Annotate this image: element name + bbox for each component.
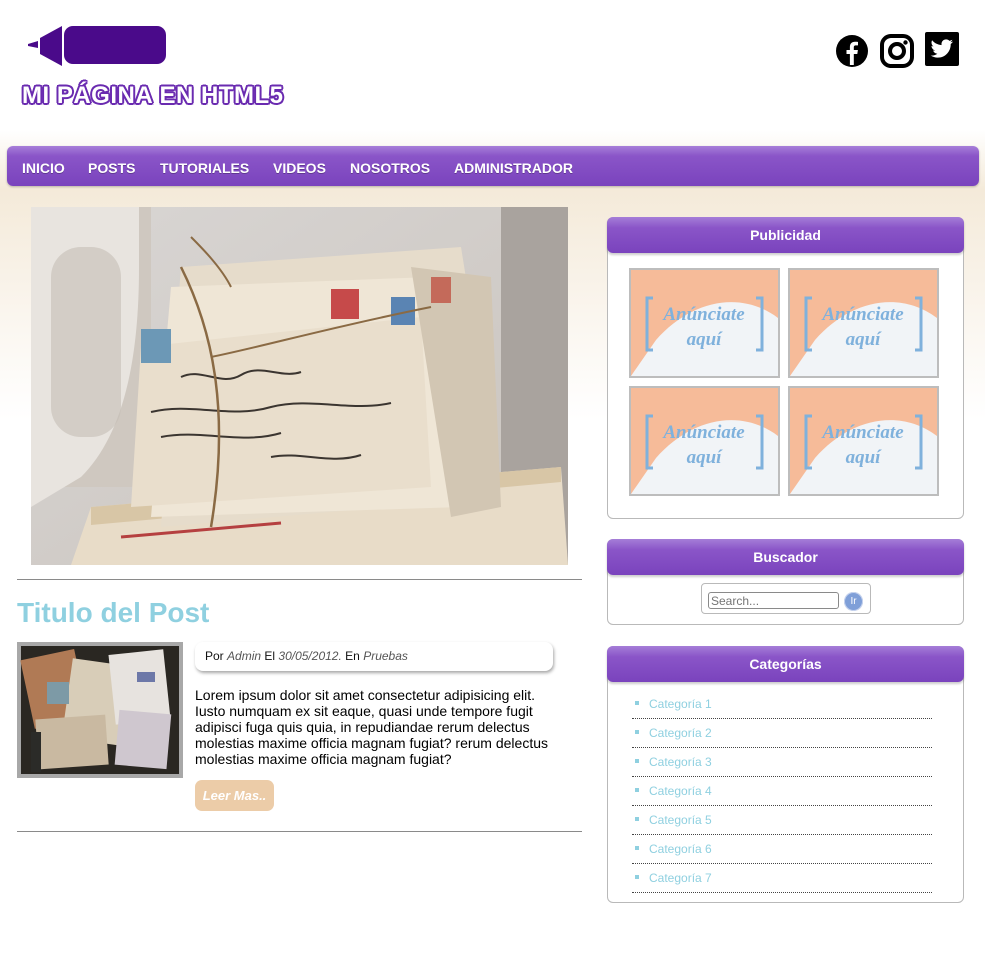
search-form: Ir xyxy=(701,583,871,614)
nav-item-posts[interactable]: POSTS xyxy=(88,146,135,186)
ad-slot-4[interactable]: Anúnciate aquí xyxy=(788,386,939,496)
category-item-1[interactable]: Categoría 1 xyxy=(632,691,932,719)
ads-widget: Publicidad Anúnciate aquí Anúnciate aquí… xyxy=(607,217,964,519)
search-widget: Buscador Ir xyxy=(607,539,964,625)
post-meta: Por Admin El 30/05/2012. En Pruebas xyxy=(195,642,553,671)
ad-line1: Anúnciate xyxy=(821,304,904,325)
bullet-icon xyxy=(635,701,639,705)
nav-item-administrador[interactable]: ADMINISTRADOR xyxy=(454,146,573,186)
divider-top xyxy=(17,579,582,580)
facebook-icon[interactable] xyxy=(834,33,870,69)
bullet-icon xyxy=(635,817,639,821)
ad-slot-3[interactable]: Anúnciate aquí xyxy=(629,386,780,496)
category-item-4[interactable]: Categoría 4 xyxy=(632,778,932,806)
nav-item-inicio[interactable]: INICIO xyxy=(22,146,65,186)
category-label[interactable]: Categoría 6 xyxy=(649,842,712,856)
bullet-icon xyxy=(635,846,639,850)
category-item-7[interactable]: Categoría 7 xyxy=(632,865,932,893)
bullet-icon xyxy=(635,730,639,734)
categories-widget: Categorías Categoría 1 Categoría 2 Categ… xyxy=(607,646,964,903)
search-widget-title: Buscador xyxy=(607,539,964,575)
ad-line1: Anúnciate xyxy=(662,304,745,325)
search-input[interactable] xyxy=(708,592,839,609)
post-thumbnail[interactable] xyxy=(17,642,183,778)
category-label[interactable]: Categoría 3 xyxy=(649,755,712,769)
ad-line2: aquí xyxy=(687,447,724,468)
category-item-2[interactable]: Categoría 2 xyxy=(632,720,932,748)
site-logo[interactable] xyxy=(28,24,168,68)
ad-slot-2[interactable]: Anúnciate aquí xyxy=(788,268,939,378)
marker-icon xyxy=(28,26,166,66)
bullet-icon xyxy=(635,788,639,792)
main-nav: INICIO POSTS TUTORIALES VIDEOS NOSOTROS … xyxy=(7,146,979,186)
ads-widget-title: Publicidad xyxy=(607,217,964,253)
meta-prefix: Por xyxy=(205,649,224,663)
bullet-icon xyxy=(635,759,639,763)
ad-line1: Anúnciate xyxy=(821,422,904,443)
twitter-icon[interactable] xyxy=(924,31,960,67)
category-list: Categoría 1 Categoría 2 Categoría 3 Cate… xyxy=(632,691,932,894)
ad-line2: aquí xyxy=(846,329,883,350)
instagram-icon[interactable] xyxy=(879,33,915,69)
categories-widget-title: Categorías xyxy=(607,646,964,682)
post-date: 30/05/2012. xyxy=(278,649,342,663)
site-title[interactable]: MI PÁGINA EN HTML5 xyxy=(22,82,283,110)
post-excerpt: Lorem ipsum dolor sit amet consectetur a… xyxy=(195,687,549,767)
post-author[interactable]: Admin xyxy=(227,649,261,663)
post-category[interactable]: Pruebas xyxy=(363,649,408,663)
nav-item-tutoriales[interactable]: TUTORIALES xyxy=(160,146,249,186)
search-go-button[interactable]: Ir xyxy=(844,592,863,611)
category-item-5[interactable]: Categoría 5 xyxy=(632,807,932,835)
category-prefix: En xyxy=(345,649,360,663)
nav-item-videos[interactable]: VIDEOS xyxy=(273,146,326,186)
ad-slot-1[interactable]: Anúnciate aquí xyxy=(629,268,780,378)
category-label[interactable]: Categoría 5 xyxy=(649,813,712,827)
hero-image xyxy=(31,207,568,565)
post-title[interactable]: Titulo del Post xyxy=(17,597,209,629)
ad-line1: Anúnciate xyxy=(662,422,745,443)
ad-line2: aquí xyxy=(687,329,724,350)
nav-item-nosotros[interactable]: NOSOTROS xyxy=(350,146,430,186)
category-label[interactable]: Categoría 2 xyxy=(649,726,712,740)
bullet-icon xyxy=(635,875,639,879)
ad-line2: aquí xyxy=(846,447,883,468)
read-more-button[interactable]: Leer Mas.. xyxy=(195,780,274,811)
category-item-3[interactable]: Categoría 3 xyxy=(632,749,932,777)
category-label[interactable]: Categoría 7 xyxy=(649,871,712,885)
category-label[interactable]: Categoría 1 xyxy=(649,697,712,711)
category-label[interactable]: Categoría 4 xyxy=(649,784,712,798)
divider-bottom xyxy=(17,831,582,832)
category-item-6[interactable]: Categoría 6 xyxy=(632,836,932,864)
date-prefix: El xyxy=(264,649,276,663)
